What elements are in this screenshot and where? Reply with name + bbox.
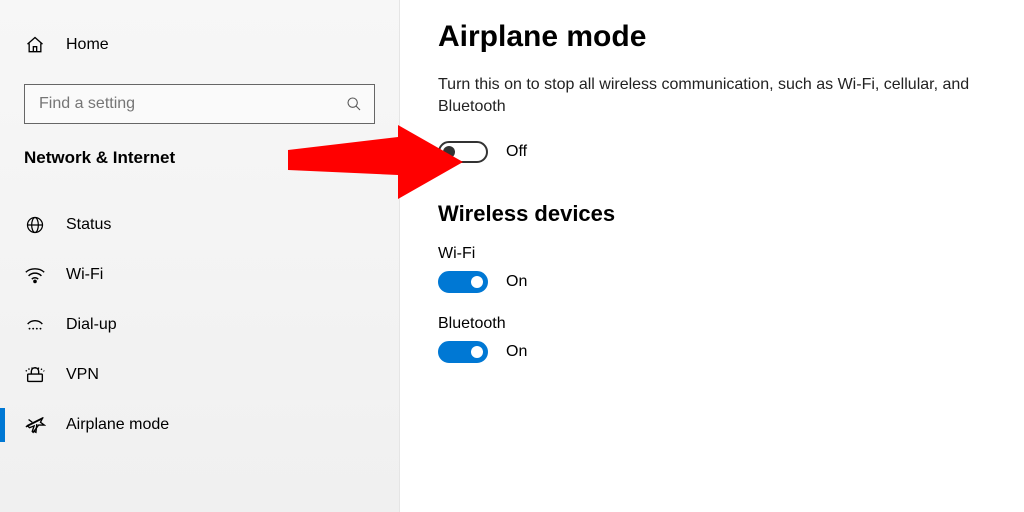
- sidebar-item-wifi[interactable]: Wi-Fi: [0, 250, 399, 300]
- search-box[interactable]: [24, 84, 375, 124]
- search-icon: [346, 96, 362, 112]
- airplane-mode-toggle[interactable]: [438, 141, 488, 163]
- dialup-icon: [24, 314, 46, 336]
- sidebar-item-label: Status: [66, 216, 111, 234]
- wifi-icon: [24, 264, 46, 286]
- sidebar-item-dialup[interactable]: Dial-up: [0, 300, 399, 350]
- sidebar: Home Network & Internet Status: [0, 0, 400, 512]
- sidebar-item-status[interactable]: Status: [0, 200, 399, 250]
- bluetooth-device-label: Bluetooth: [438, 315, 1024, 333]
- home-icon: [24, 34, 46, 56]
- airplane-mode-description: Turn this on to stop all wireless commun…: [438, 74, 998, 119]
- sidebar-item-airplane-mode[interactable]: Airplane mode: [0, 400, 399, 450]
- sidebar-item-label: Airplane mode: [66, 416, 169, 434]
- sidebar-item-label: Dial-up: [66, 316, 117, 334]
- sidebar-item-label: Wi-Fi: [66, 266, 103, 284]
- wifi-device-label: Wi-Fi: [438, 245, 1024, 263]
- globe-icon: [24, 214, 46, 236]
- bluetooth-toggle-state: On: [506, 343, 527, 361]
- sidebar-home[interactable]: Home: [0, 20, 399, 70]
- airplane-mode-toggle-state: Off: [506, 143, 527, 161]
- bluetooth-toggle[interactable]: [438, 341, 488, 363]
- page-title: Airplane mode: [438, 20, 1024, 54]
- main-content: Airplane mode Turn this on to stop all w…: [400, 0, 1024, 512]
- sidebar-section-title: Network & Internet: [0, 142, 399, 186]
- wifi-toggle[interactable]: [438, 271, 488, 293]
- wireless-devices-heading: Wireless devices: [438, 201, 1024, 227]
- sidebar-item-vpn[interactable]: VPN: [0, 350, 399, 400]
- wifi-toggle-state: On: [506, 273, 527, 291]
- sidebar-home-label: Home: [66, 36, 109, 54]
- airplane-icon: [24, 414, 46, 436]
- sidebar-item-label: VPN: [66, 366, 99, 384]
- search-input[interactable]: [37, 94, 346, 114]
- vpn-icon: [24, 364, 46, 386]
